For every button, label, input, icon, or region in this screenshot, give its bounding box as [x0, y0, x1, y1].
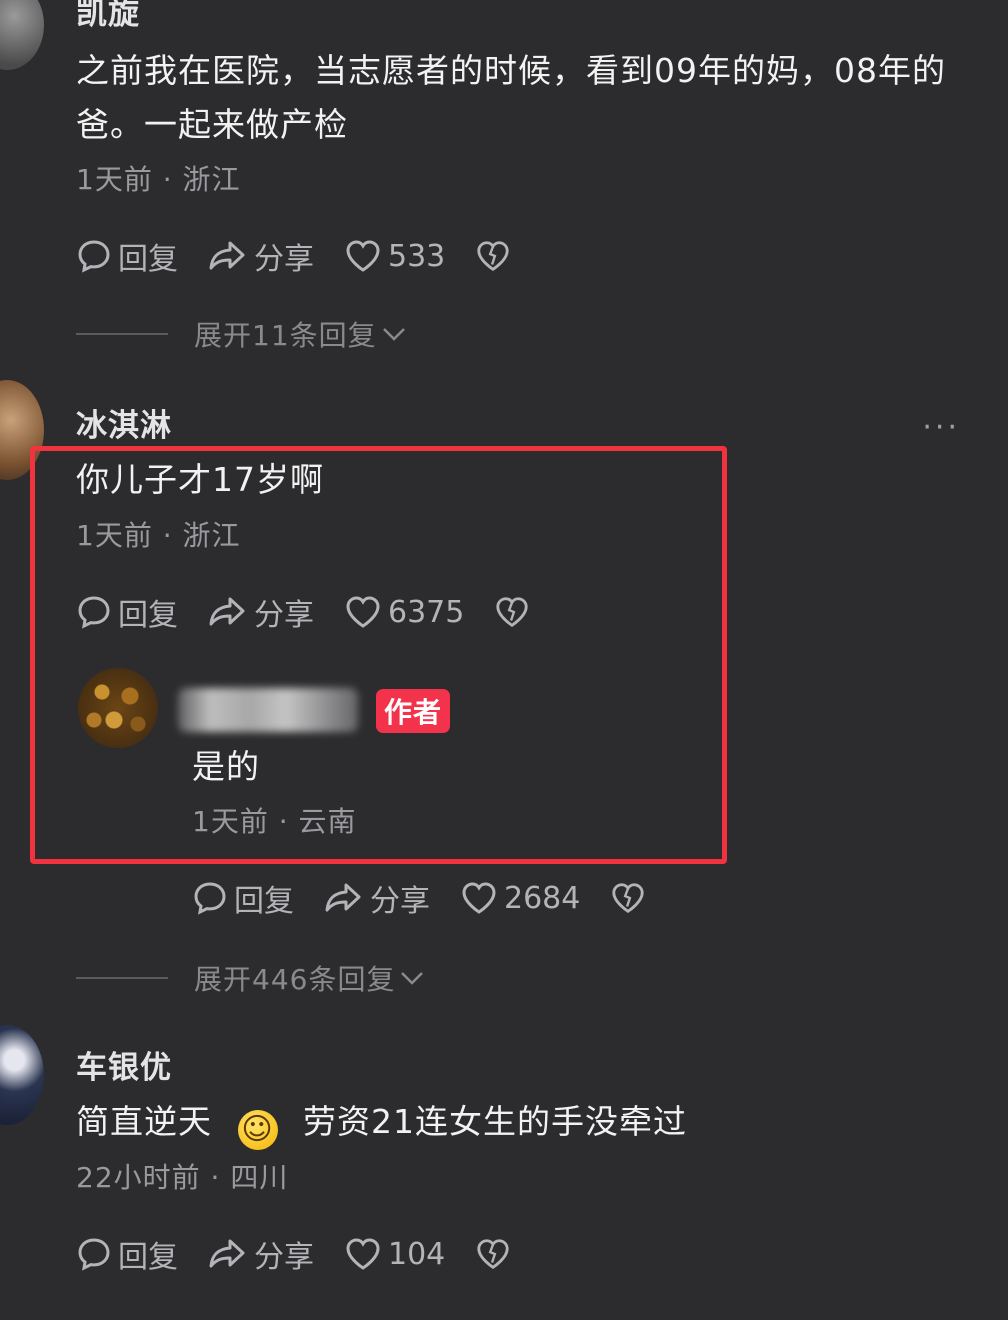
- divider: [76, 333, 168, 335]
- comment-text-after: 劳资21连女生的手没牵过: [303, 1102, 687, 1141]
- emoji-icon: ☺: [237, 1110, 278, 1150]
- expand-replies[interactable]: 展开11条回复: [76, 314, 407, 354]
- share-button[interactable]: 分享: [208, 1232, 314, 1276]
- avatar[interactable]: [0, 0, 44, 70]
- share-label: 分享: [254, 242, 314, 277]
- reply-label: 回复: [234, 884, 294, 919]
- comment-actions: 回复 分享 533: [76, 234, 547, 278]
- share-button[interactable]: 分享: [324, 876, 430, 920]
- more-options-button[interactable]: ···: [922, 410, 960, 445]
- share-icon: [325, 883, 361, 912]
- reply-icon: [78, 240, 110, 273]
- comment-text: 之前我在医院，当志愿者的时候，看到09年的妈，08年的爸。一起来做产检: [76, 51, 946, 144]
- reply-button[interactable]: 回复: [76, 1232, 178, 1276]
- heart-icon: [346, 1238, 380, 1270]
- share-icon: [209, 241, 245, 270]
- comment-username[interactable]: 凯旋: [76, 0, 140, 33]
- reply-icon: [194, 882, 226, 915]
- dislike-button[interactable]: [475, 238, 517, 274]
- share-label: 分享: [254, 1240, 314, 1275]
- like-count: 104: [388, 1236, 446, 1272]
- broken-heart-icon: [477, 241, 509, 271]
- chevron-down-icon: [401, 972, 424, 985]
- comment-actions: 回复 分享 104: [76, 1232, 547, 1276]
- expand-label: 展开446条回复: [194, 963, 396, 996]
- dislike-button[interactable]: [610, 880, 652, 916]
- dislike-button[interactable]: [475, 1236, 517, 1272]
- chevron-down-icon: [382, 328, 405, 341]
- comment-meta: 1天前 · 浙江: [76, 163, 241, 196]
- avatar[interactable]: [0, 1025, 44, 1125]
- comment-text: 简直逆天 ☺ 劳资21连女生的手没牵过: [76, 1095, 976, 1150]
- like-button[interactable]: 104: [344, 1236, 445, 1272]
- highlight-box: [30, 446, 727, 864]
- share-icon: [209, 1239, 245, 1268]
- expand-label: 展开11条回复: [194, 319, 377, 352]
- like-count: 533: [388, 238, 446, 274]
- reply-button[interactable]: 回复: [76, 234, 178, 278]
- reply-button[interactable]: 回复: [192, 876, 294, 920]
- divider: [76, 977, 168, 979]
- reply-icon: [78, 1238, 110, 1271]
- share-button[interactable]: 分享: [208, 234, 314, 278]
- like-button[interactable]: 533: [344, 238, 445, 274]
- comment-meta: 22小时前 · 四川: [76, 1161, 289, 1194]
- heart-icon: [462, 882, 496, 914]
- share-label: 分享: [370, 884, 430, 919]
- comment-text-before: 简直逆天: [76, 1102, 212, 1141]
- reply-label: 回复: [118, 1240, 178, 1275]
- reply-actions: 回复 分享 2684: [192, 876, 682, 920]
- heart-icon: [346, 240, 380, 272]
- like-button[interactable]: 2684: [460, 880, 580, 916]
- reply-label: 回复: [118, 242, 178, 277]
- comment-username[interactable]: 冰淇淋: [76, 400, 172, 445]
- like-count: 2684: [504, 880, 581, 916]
- broken-heart-icon: [612, 883, 644, 913]
- broken-heart-icon: [477, 1239, 509, 1269]
- comment-username[interactable]: 车银优: [76, 1042, 172, 1087]
- expand-replies[interactable]: 展开446条回复: [76, 958, 425, 998]
